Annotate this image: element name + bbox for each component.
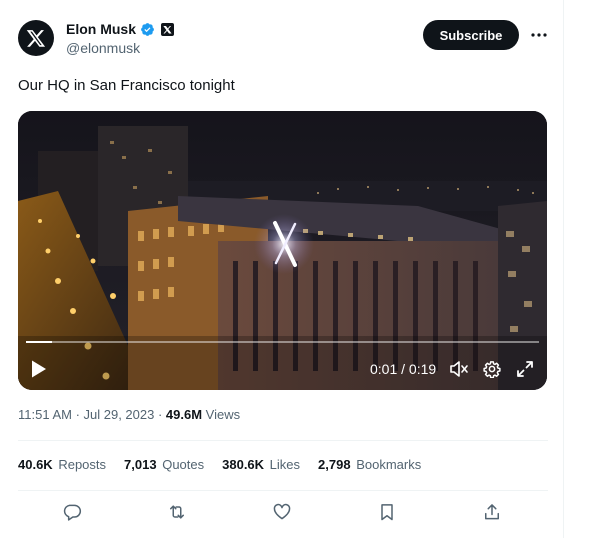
avatar[interactable] <box>18 20 54 56</box>
verified-badge-icon[interactable] <box>140 22 155 37</box>
user-handle[interactable]: @elonmusk <box>66 40 140 56</box>
column-border <box>563 0 564 538</box>
video-progress-fill <box>26 341 52 343</box>
bookmarks-count: 2,798 <box>318 457 351 472</box>
video-frame <box>18 111 547 390</box>
reply-icon[interactable] <box>62 502 82 522</box>
reposts-count: 40.6K <box>18 457 53 472</box>
more-horizontal-icon[interactable] <box>529 25 549 45</box>
fullscreen-icon[interactable] <box>516 360 534 378</box>
divider <box>18 440 548 441</box>
tweet-timestamp[interactable]: 11:51 AM · Jul 29, 2023 · <box>18 407 166 422</box>
tweet-header: Elon Musk @elonmusk Subscribe <box>18 18 548 62</box>
reposts-label: Reposts <box>58 457 107 472</box>
likes-count: 380.6K <box>222 457 265 472</box>
mute-icon[interactable] <box>449 360 469 378</box>
video-progress-bar[interactable] <box>26 341 539 343</box>
bookmarks-stat[interactable]: 2,798 Bookmarks <box>318 457 421 472</box>
views-label: Views <box>202 407 241 422</box>
likes-label: Likes <box>269 457 301 472</box>
action-bar <box>18 500 548 524</box>
play-icon[interactable] <box>30 359 48 379</box>
repost-icon[interactable] <box>167 502 187 522</box>
share-icon[interactable] <box>482 502 502 522</box>
quotes-label: Quotes <box>162 457 205 472</box>
quotes-count: 7,013 <box>124 457 157 472</box>
like-icon[interactable] <box>272 502 292 522</box>
settings-icon[interactable] <box>483 360 501 378</box>
quotes-stat[interactable]: 7,013 Quotes <box>124 457 204 472</box>
tweet-meta: 11:51 AM · Jul 29, 2023 · 49.6M Views <box>18 407 240 422</box>
x-affiliate-badge-icon[interactable] <box>161 22 175 36</box>
subscribe-button[interactable]: Subscribe <box>423 20 519 50</box>
divider <box>18 490 548 491</box>
name-row: Elon Musk <box>66 21 175 37</box>
views-count: 49.6M <box>165 407 203 422</box>
video-player[interactable]: 0:01 / 0:19 <box>18 111 547 390</box>
likes-stat[interactable]: 380.6K Likes <box>222 457 300 472</box>
bookmarks-label: Bookmarks <box>356 457 422 472</box>
x-logo-icon <box>26 30 46 47</box>
tweet-text: Our HQ in San Francisco tonight <box>18 77 235 94</box>
reposts-stat[interactable]: 40.6K Reposts <box>18 457 106 472</box>
display-name[interactable]: Elon Musk <box>66 21 136 37</box>
engagement-stats: 40.6K Reposts 7,013 Quotes 380.6K Likes … <box>18 457 439 472</box>
bookmark-icon[interactable] <box>377 502 397 522</box>
video-timecode: 0:01 / 0:19 <box>370 361 437 377</box>
